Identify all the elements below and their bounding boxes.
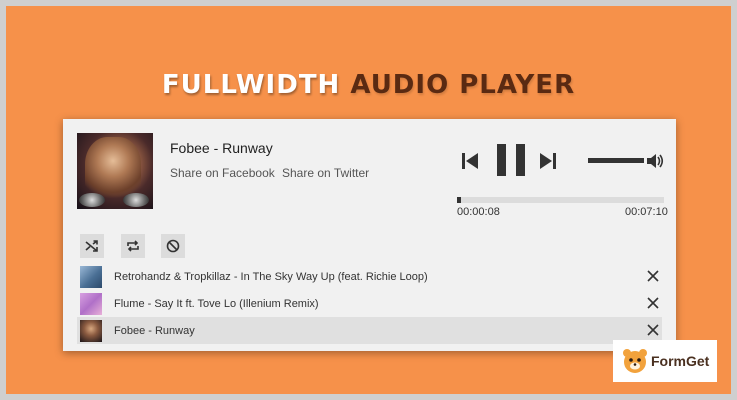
audio-player: Fobee - Runway Share on Facebook Share o… [63,119,676,351]
album-cover [77,133,153,209]
cover-deck-left [79,193,105,207]
playlist: Retrohandz & Tropkillaz - In The Sky Way… [77,263,662,344]
track-thumbnail [80,265,102,288]
repeat-icon [127,240,139,252]
track-label: Fobee - Runway [114,324,195,337]
volume-button[interactable] [646,152,664,170]
next-button[interactable] [540,152,558,170]
track-thumbnail [80,292,102,315]
cover-deck-right [123,193,149,207]
playlist-item[interactable]: Flume - Say It ft. Tove Lo (Illenium Rem… [77,290,662,317]
block-button[interactable] [161,234,185,258]
banner-title-dark: AUDIO PLAYER [350,70,576,100]
progress-bar[interactable] [457,197,664,203]
track-label: Retrohandz & Tropkillaz - In The Sky Way… [114,270,428,283]
tiger-mascot-icon [623,349,647,373]
share-twitter-link[interactable]: Share on Twitter [282,166,369,180]
previous-button[interactable] [462,152,480,170]
volume-slider[interactable] [588,158,644,163]
track-label: Flume - Say It ft. Tove Lo (Illenium Rem… [114,297,319,310]
playlist-item[interactable]: Retrohandz & Tropkillaz - In The Sky Way… [77,263,662,290]
volume-icon [647,154,664,168]
share-facebook-link[interactable]: Share on Facebook [170,166,275,180]
banner-title-light: FULLWIDTH [161,70,341,100]
banner-background: FULLWIDTH AUDIO PLAYER Fobee - Runway Sh… [6,6,731,394]
track-thumbnail [80,319,102,342]
banner-title: FULLWIDTH AUDIO PLAYER [6,70,731,100]
repeat-button[interactable] [121,234,145,258]
pause-button[interactable] [497,144,525,176]
remove-track-icon[interactable] [646,269,660,283]
shuffle-icon [85,240,98,252]
remove-track-icon[interactable] [646,296,660,310]
current-time: 00:00:08 [457,206,500,218]
brand-name: FormGet [651,353,710,369]
shuffle-button[interactable] [80,234,104,258]
duration-time: 00:07:10 [625,206,668,218]
playlist-item-active[interactable]: Fobee - Runway [77,317,662,344]
block-icon [166,239,180,253]
progress-fill [457,197,461,203]
remove-track-icon[interactable] [646,323,660,337]
now-playing-title: Fobee - Runway [170,140,273,156]
formget-logo: FormGet [613,340,717,382]
